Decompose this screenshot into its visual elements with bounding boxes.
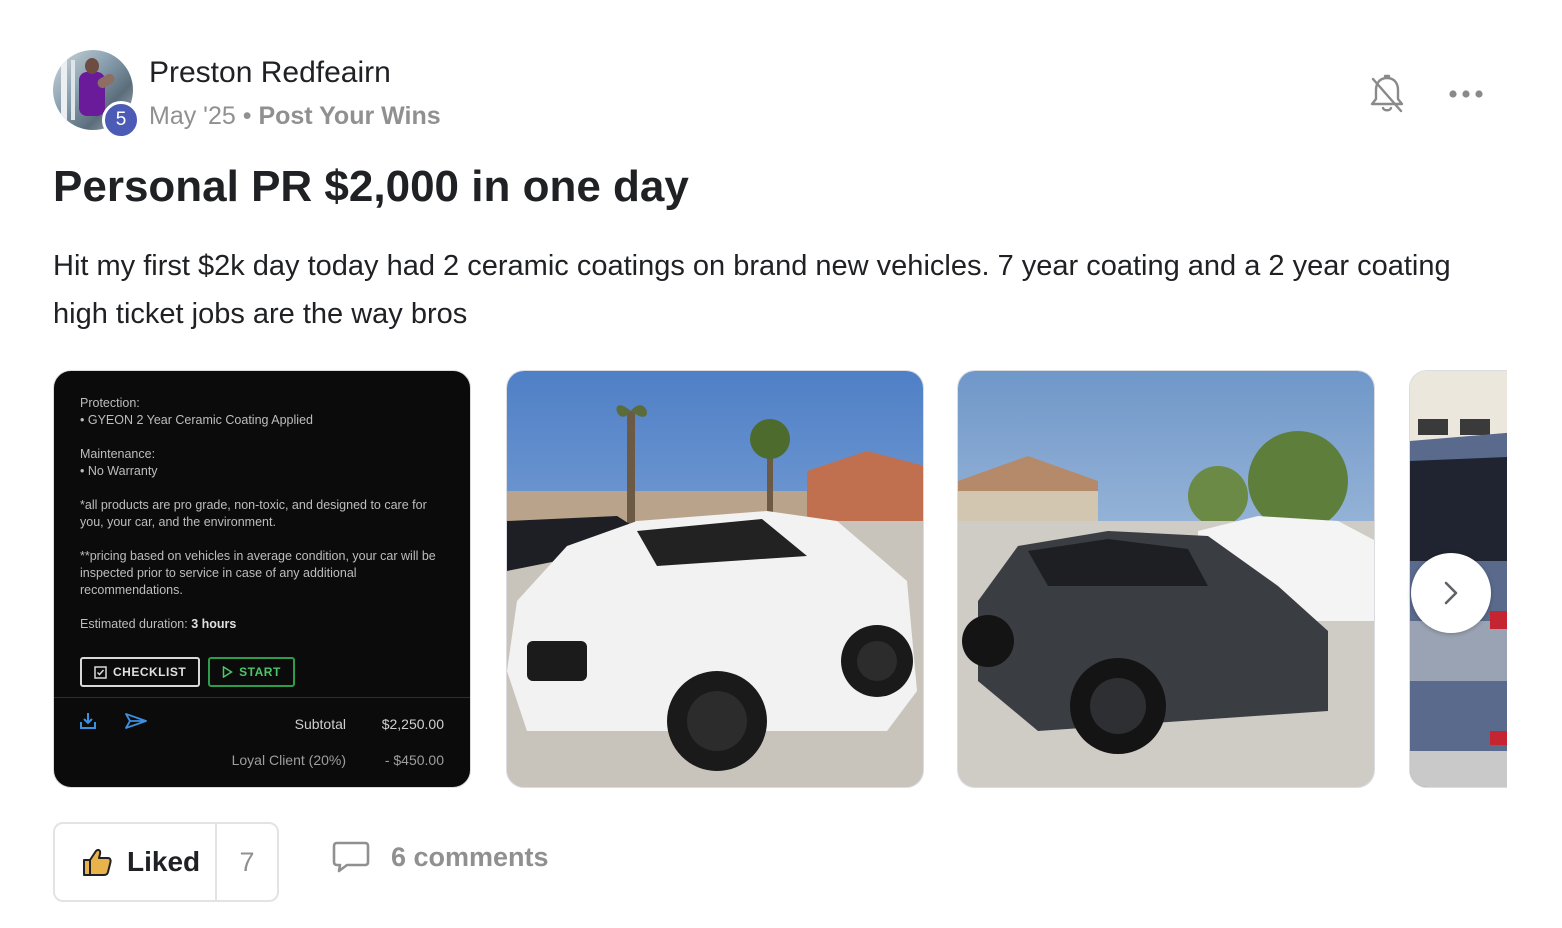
invoice-protection-label: Protection: [80, 396, 140, 410]
invoice-note-2: **pricing based on vehicles in average c… [80, 549, 436, 597]
author-name[interactable]: Preston Redfeairn [149, 56, 391, 90]
gallery-image-gray-suv[interactable] [957, 370, 1375, 788]
invoice-buttons: CHECKLIST START [80, 657, 295, 687]
invoice-maintenance-label: Maintenance: [80, 447, 156, 461]
like-group: Liked 7 [53, 822, 279, 902]
invoice-checklist-label: CHECKLIST [113, 665, 187, 679]
post-body: Hit my first $2k day today had 2 ceramic… [53, 250, 1451, 330]
like-count[interactable]: 7 [217, 847, 277, 878]
invoice-icons [78, 711, 148, 731]
chevron-right-icon [1444, 581, 1458, 605]
avatar-rack [61, 60, 67, 120]
avatar-rack-2 [71, 60, 75, 120]
invoice-divider [54, 697, 470, 698]
checkbox-icon [94, 665, 107, 679]
thumbs-up-icon [83, 849, 112, 876]
invoice-duration-value: 3 hours [191, 617, 237, 631]
invoice-discount-label: Loyal Client (20%) [231, 752, 346, 768]
gallery-image-invoice[interactable]: Protection: • GYEON 2 Year Ceramic Coati… [53, 370, 471, 788]
download-icon [80, 713, 96, 729]
comment-icon [332, 841, 370, 873]
gallery-image-white-suv[interactable] [506, 370, 924, 788]
post-category[interactable]: Post Your Wins [258, 102, 440, 130]
invoice-subtotal-label: Subtotal [294, 716, 346, 732]
invoice-checklist-button: CHECKLIST [80, 657, 201, 687]
image-gallery: Protection: • GYEON 2 Year Ceramic Coati… [53, 370, 1507, 790]
post-title: Personal PR $2,000 in one day [53, 162, 689, 211]
play-icon [222, 666, 234, 678]
invoice-start-button: START [208, 657, 295, 687]
comments-button[interactable]: 6 comments [331, 840, 549, 874]
invoice-note-1: *all products are pro grade, non-toxic, … [80, 498, 427, 529]
like-label: Liked [127, 846, 201, 877]
meta-separator: • [242, 102, 252, 130]
invoice-discount-value: - $450.00 [384, 752, 444, 768]
invoice-subtotal-value: $2,250.00 [381, 716, 444, 732]
comments-label: 6 comments [391, 841, 549, 872]
more-horizontal-icon[interactable] [1446, 82, 1486, 106]
white-suv-photo [507, 371, 923, 787]
level-badge: 5 [102, 101, 140, 139]
invoice-duration: Estimated duration: 3 hours [80, 616, 450, 633]
invoice-maintenance-item: • No Warranty [80, 464, 158, 478]
invoice-details: Protection: • GYEON 2 Year Ceramic Coati… [80, 395, 450, 650]
post-date[interactable]: May '25 [149, 102, 236, 130]
bell-off-icon[interactable] [1368, 73, 1406, 115]
post-meta: May '25 • Post Your Wins [149, 102, 441, 131]
send-icon [125, 713, 147, 729]
invoice-start-label: START [239, 665, 281, 679]
gallery-next-button[interactable] [1411, 553, 1491, 633]
avatar-figure-head [85, 58, 99, 74]
invoice-protection-item: • GYEON 2 Year Ceramic Coating Applied [80, 413, 313, 427]
like-button[interactable]: Liked [55, 824, 217, 900]
invoice-duration-label: Estimated duration: [80, 617, 188, 631]
gray-suv-photo [958, 371, 1374, 787]
